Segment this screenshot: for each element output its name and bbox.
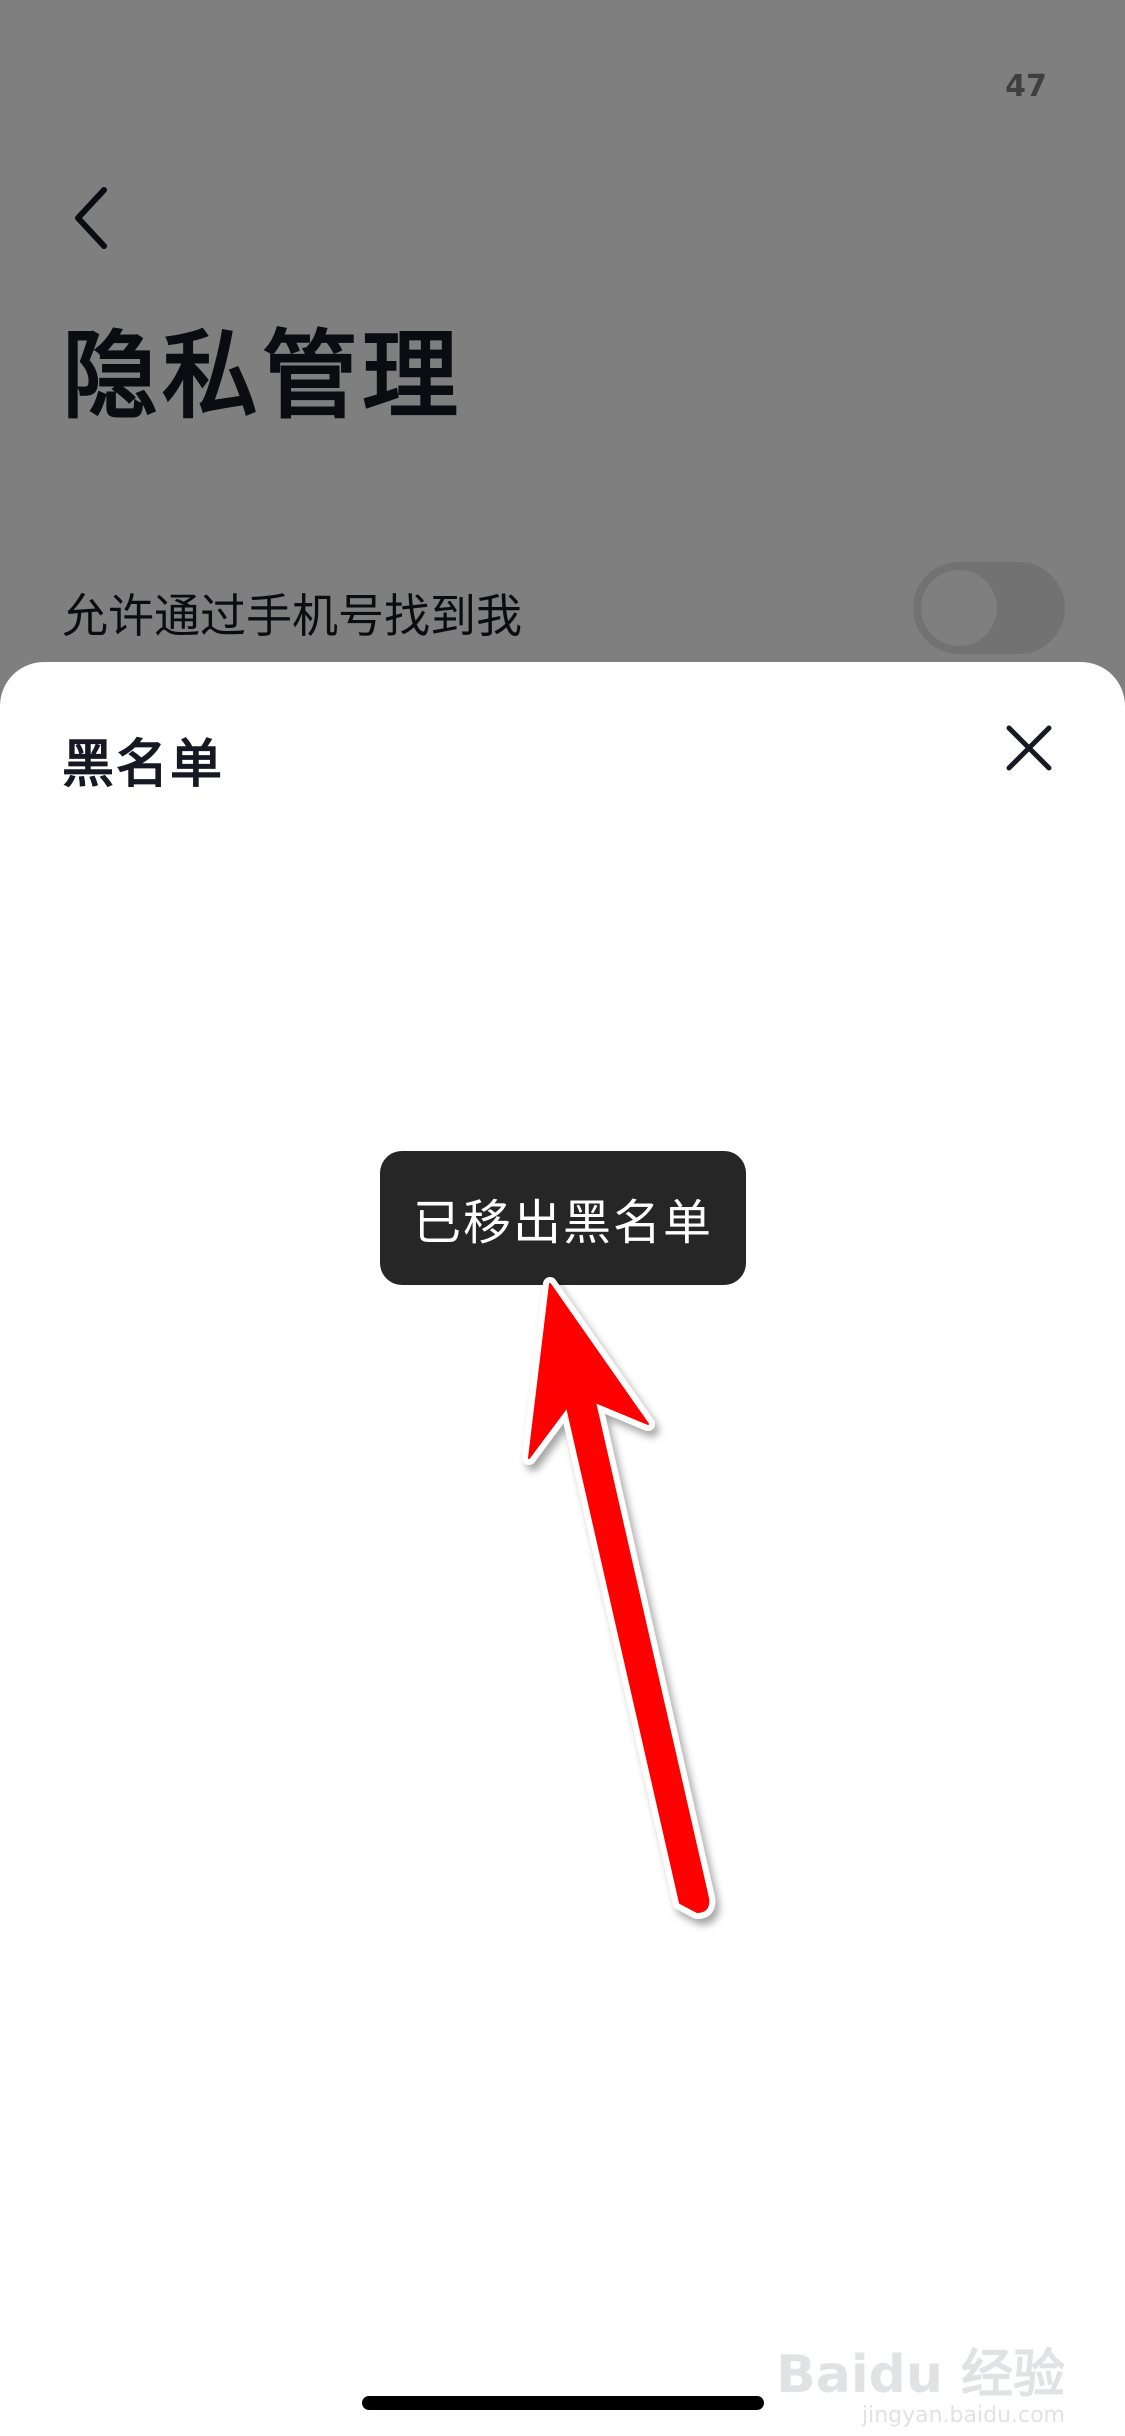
home-indicator[interactable] <box>362 2396 764 2410</box>
baidu-watermark: Baidu 经验 jingyan.baidu.com <box>776 2332 1065 2428</box>
toast-text: 已移出黑名单 <box>412 1195 713 1251</box>
close-icon[interactable] <box>1001 720 1057 776</box>
sheet-title: 黑名单 <box>62 735 225 795</box>
toast: 已移出黑名单 <box>380 1151 746 1285</box>
blacklist-sheet: 黑名单 <box>0 662 1125 2436</box>
watermark-logo: Baidu 经验 <box>776 2345 1065 2405</box>
